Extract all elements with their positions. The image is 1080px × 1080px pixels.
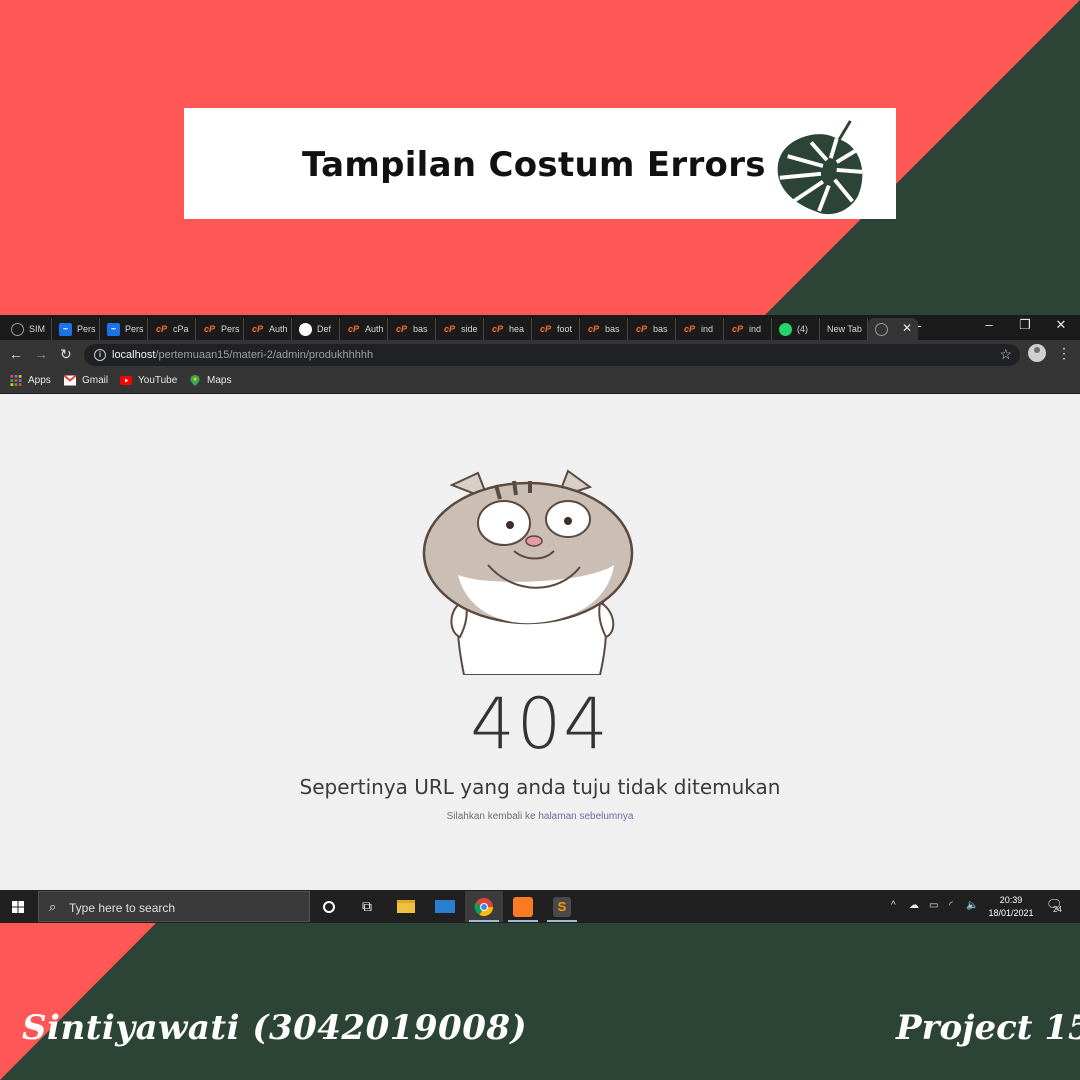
browser-tab[interactable]: cP Auth (244, 318, 292, 340)
file-explorer-icon[interactable] (387, 891, 425, 922)
restore-button[interactable]: ❐ (1010, 317, 1040, 333)
github-icon (299, 322, 312, 336)
app-icon: ~ (107, 322, 120, 336)
xampp-icon[interactable] (504, 891, 542, 922)
bookmark-gmail[interactable]: Gmail (64, 375, 108, 386)
author-caption: Sintiyawati (3042019008) (22, 1008, 528, 1048)
taskbar-clock[interactable]: 20:39 18/01/2021 (986, 894, 1036, 920)
profile-avatar[interactable] (1028, 344, 1046, 362)
apps-grid-icon (10, 375, 22, 386)
browser-tab[interactable]: (4) (772, 318, 820, 340)
cpanel-icon: cP (539, 324, 551, 334)
onedrive-cloud-icon[interactable]: ☁ (909, 900, 919, 911)
cpanel-icon: cP (731, 324, 743, 334)
close-window-button[interactable]: ✕ (1046, 317, 1076, 333)
gmail-icon (64, 375, 76, 386)
browser-tab[interactable]: cP bas (388, 318, 436, 340)
cpanel-icon: cP (251, 324, 263, 334)
cartoon-cat-icon (422, 469, 634, 675)
cpanel-icon: cP (635, 324, 647, 334)
cpanel-icon: cP (395, 324, 407, 334)
cpanel-icon: cP (347, 324, 359, 334)
browser-tab[interactable]: cP ind (676, 318, 724, 340)
cpanel-icon: cP (155, 324, 167, 334)
url-text[interactable]: localhost/pertemuaan15/materi-2/admin/pr… (112, 349, 373, 361)
app-icon: ~ (59, 322, 72, 336)
browser-tab[interactable]: SIM (4, 318, 52, 340)
sublime-text-icon[interactable]: S (543, 891, 581, 922)
monstera-leaf-icon (777, 120, 863, 215)
browser-toolbar: ← → ↻ i localhost/pertemuaan15/materi-2/… (0, 340, 1080, 370)
browser-tab[interactable]: ✕ (868, 318, 918, 340)
search-icon: ⌕ (49, 899, 57, 914)
chrome-taskbar-icon[interactable] (465, 891, 503, 922)
globe-icon (11, 322, 24, 336)
wifi-icon[interactable]: ◜ (949, 900, 953, 911)
mail-icon[interactable] (426, 891, 464, 922)
cpanel-icon: cP (491, 324, 503, 334)
chrome-icon (474, 897, 493, 916)
browser-tab[interactable]: ~ Pers (52, 318, 100, 340)
cortana-icon[interactable] (310, 891, 348, 922)
maps-pin-icon (190, 375, 200, 386)
bookmark-star-icon[interactable]: ☆ (999, 346, 1012, 363)
browser-tab[interactable]: cP hea (484, 318, 532, 340)
browser-window: + – ❐ ✕ SIM~Pers~PerscPcPacPPerscPAuthDe… (0, 315, 1080, 923)
whatsapp-icon (779, 322, 792, 336)
bookmark-apps[interactable]: Apps (10, 375, 51, 386)
error-message: Sepertinya URL yang anda tuju tidak dite… (299, 775, 781, 799)
browser-tab[interactable]: cP foot (532, 318, 580, 340)
address-bar[interactable]: i localhost/pertemuaan15/materi-2/admin/… (84, 344, 1020, 366)
battery-icon[interactable]: ▭ (929, 900, 938, 911)
browser-tab[interactable]: Def (292, 318, 340, 340)
browser-tab[interactable]: cP bas (628, 318, 676, 340)
reload-icon[interactable]: ↻ (60, 346, 72, 363)
banner-title: Tampilan Costum Errors (302, 145, 766, 185)
browser-tab[interactable]: New Tab (820, 318, 868, 340)
windows-taskbar: ⌕ Type here to search ⧉ S ^ ☁ ▭ ◜ 🔈 20:3… (0, 890, 1080, 923)
task-view-icon[interactable]: ⧉ (348, 891, 386, 922)
close-tab-icon[interactable]: ✕ (902, 321, 912, 335)
back-arrow-icon[interactable]: ← (9, 346, 23, 362)
bookmark-youtube[interactable]: YouTube (120, 375, 177, 386)
minimize-button[interactable]: – (974, 317, 1004, 332)
chevron-up-icon[interactable]: ^ (891, 900, 896, 911)
browser-tab[interactable]: cP Pers (196, 318, 244, 340)
title-banner: Tampilan Costum Errors (184, 108, 896, 219)
page-content: 404 Sepertinya URL yang anda tuju tidak … (0, 395, 1080, 890)
project-caption: Project 15 (896, 1008, 1080, 1048)
cpanel-icon: cP (203, 324, 215, 334)
cpanel-icon: cP (587, 324, 599, 334)
error-hint: Silahkan kembali ke halaman sebelumnya (446, 811, 634, 822)
bookmark-maps[interactable]: Maps (189, 375, 231, 386)
browser-tab[interactable]: cP ind (724, 318, 772, 340)
bookmarks-bar: Apps Gmail YouTube Maps (0, 370, 1080, 394)
taskbar-search-input[interactable]: ⌕ Type here to search (38, 891, 310, 922)
browser-tab[interactable]: cP Auth (340, 318, 388, 340)
cpanel-icon: cP (443, 324, 455, 334)
browser-tab[interactable]: ~ Pers (100, 318, 148, 340)
youtube-icon (120, 376, 132, 385)
error-code: 404 (470, 683, 610, 765)
browser-tab[interactable]: cP bas (580, 318, 628, 340)
notification-count: 24 (1053, 905, 1062, 914)
browser-tab[interactable]: cP side (436, 318, 484, 340)
menu-dots-icon[interactable]: ⋮ (1057, 345, 1071, 362)
forward-arrow-icon[interactable]: → (34, 346, 48, 362)
previous-page-link[interactable]: halaman sebelumnya (538, 811, 633, 822)
cpanel-icon: cP (683, 324, 695, 334)
browser-tab[interactable]: cP cPa (148, 318, 196, 340)
info-icon[interactable]: i (94, 349, 106, 361)
volume-icon[interactable]: 🔈 (966, 900, 978, 911)
tab-strip: + – ❐ ✕ SIM~Pers~PerscPcPacPPerscPAuthDe… (0, 315, 1080, 340)
globe-icon (875, 322, 888, 336)
windows-start-icon[interactable] (4, 896, 32, 918)
